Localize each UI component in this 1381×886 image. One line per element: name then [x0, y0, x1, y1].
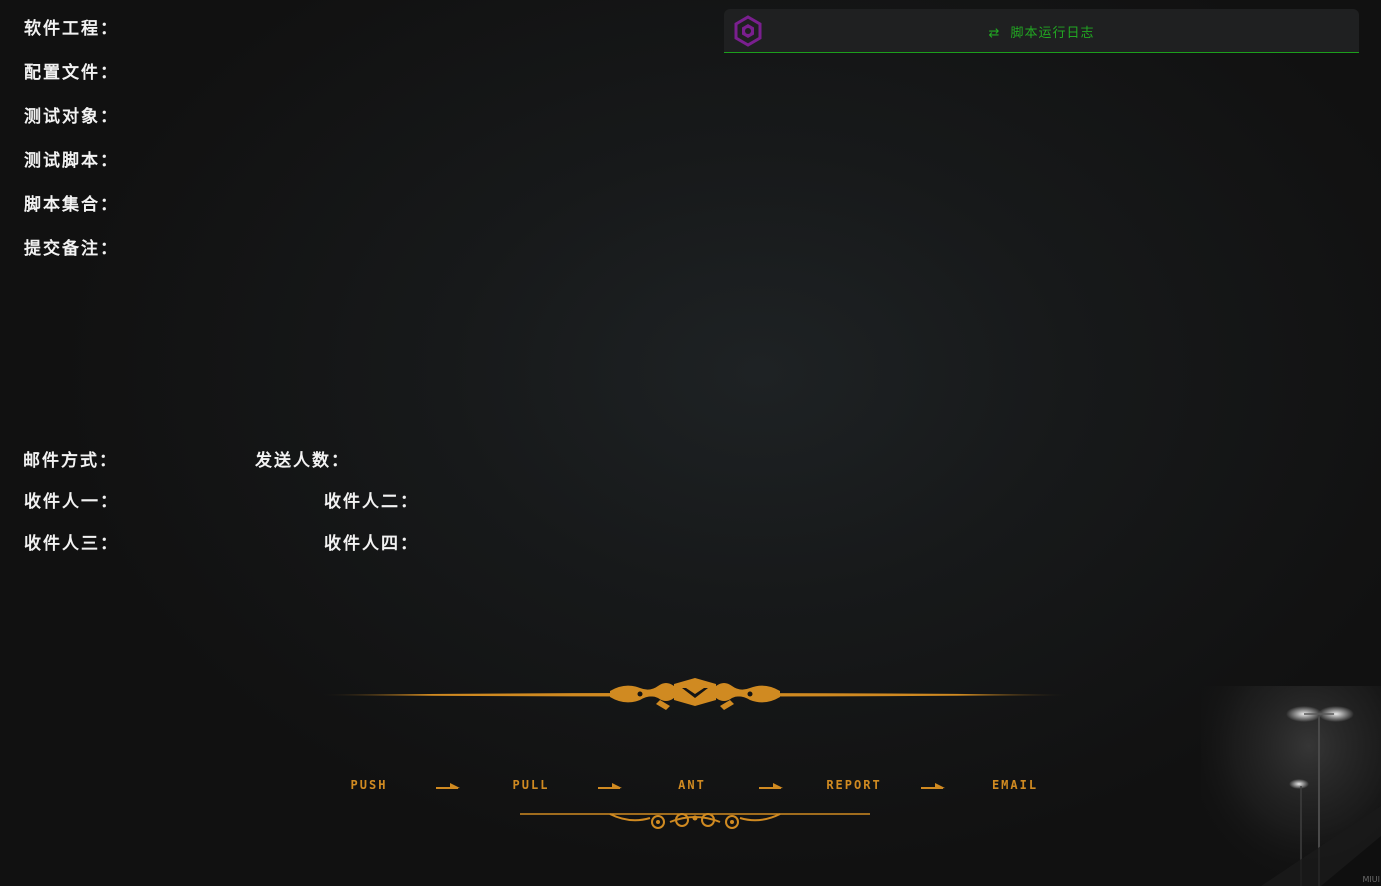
- test-script-label: 测试脚本：: [24, 151, 119, 171]
- test-target-label: 测试对象：: [24, 107, 119, 127]
- software-project-label: 软件工程：: [24, 19, 119, 39]
- recipient-2-label: 收件人二：: [324, 492, 419, 512]
- recipient-count-label: 发送人数：: [255, 451, 350, 471]
- pipeline-step-report[interactable]: REPORT: [826, 778, 881, 792]
- streetlight-decoration: [1201, 686, 1381, 886]
- brand-watermark: MIUI: [1362, 875, 1380, 884]
- arrow-right-icon: [598, 783, 622, 789]
- commit-note-label: 提交备注：: [24, 239, 119, 259]
- pipeline-step-ant[interactable]: ANT: [678, 778, 706, 792]
- arrow-right-icon: [436, 783, 460, 789]
- pipeline-step-email[interactable]: EMAIL: [992, 778, 1038, 792]
- mail-method-label: 邮件方式：: [23, 451, 118, 471]
- script-log-header[interactable]: ⇄ 脚本运行日志: [724, 22, 1359, 41]
- pipeline-step-push[interactable]: PUSH: [351, 778, 388, 792]
- script-collection-label: 脚本集合：: [24, 195, 119, 215]
- arrow-right-icon: [759, 783, 783, 789]
- script-log-panel: ⇄ 脚本运行日志: [724, 9, 1359, 53]
- recipient-1-label: 收件人一：: [24, 492, 119, 512]
- arrow-right-icon: [921, 783, 945, 789]
- recipient-3-label: 收件人三：: [24, 534, 119, 554]
- pipeline-steps: PUSH PULL ANT REPORT EMAIL: [320, 776, 1070, 798]
- pipeline-step-pull[interactable]: PULL: [513, 778, 550, 792]
- ornament-divider-bottom: [520, 813, 870, 829]
- script-log-title: 脚本运行日志: [1010, 26, 1095, 41]
- sync-arrows-icon: ⇄: [988, 26, 1001, 41]
- recipient-4-label: 收件人四：: [324, 534, 419, 554]
- ornament-divider-top: [320, 678, 1070, 710]
- config-file-label: 配置文件：: [24, 63, 119, 83]
